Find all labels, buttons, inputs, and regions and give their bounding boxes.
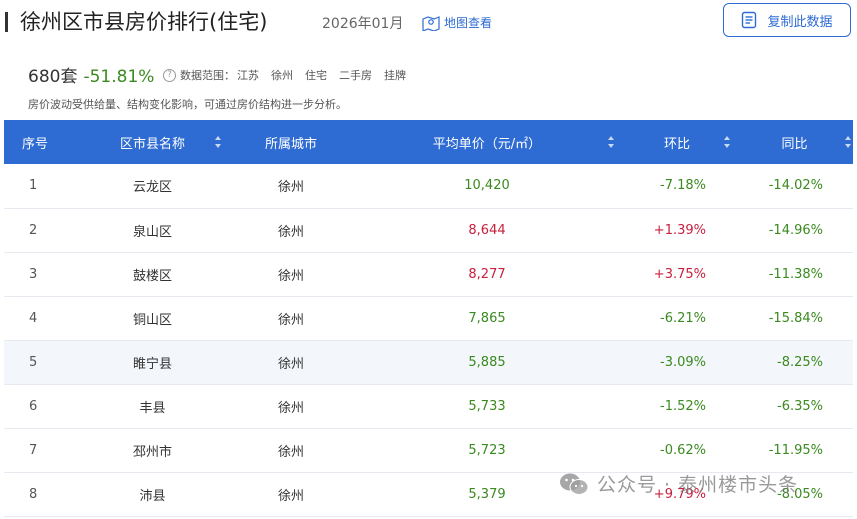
row-yoy-cell: -8.25% (777, 354, 823, 370)
row-city-cell: 徐州 (277, 224, 304, 240)
scope-tag: 二手房 (339, 69, 372, 82)
row-index-cell: 8 (29, 486, 38, 502)
price-note: 房价波动受供给量、结构变化影响，可通过房价结构进一步分析。 (28, 98, 347, 111)
header-index-label: 序号 (22, 136, 49, 152)
scope-tag: 徐州 (271, 69, 293, 82)
row-yoy-cell: -15.84% (768, 310, 823, 326)
row-mom-cell: +1.39% (653, 222, 706, 238)
row-index-cell: 1 (29, 178, 38, 194)
copy-data-button[interactable]: 复制此数据 (723, 3, 851, 37)
row-mom-cell: -0.62% (660, 442, 706, 458)
row-index-cell: 2 (29, 222, 38, 238)
table-row[interactable]: 4 铜山区 徐州 7,865 -6.21% -15.84% (4, 296, 853, 340)
row-mom-cell: -1.52% (660, 398, 706, 414)
data-scope: ? 数据范围： 江苏 徐州 住宅 二手房 挂牌 (163, 67, 418, 83)
sort-arrows-icon[interactable] (215, 136, 221, 148)
summary-stats: 680套 -51.81% (28, 62, 154, 87)
row-index-cell: 7 (29, 442, 38, 458)
header-city: 所属城市 (226, 120, 356, 164)
row-price-cell: 5,733 (468, 398, 506, 414)
row-district-cell: 沛县 (139, 488, 166, 504)
header-district[interactable]: 区市县名称 (79, 120, 226, 164)
scope-label: 数据范围： (180, 69, 235, 82)
watermark: 公众号 · 泰州楼市头条 (559, 470, 798, 497)
row-yoy-cell: -11.95% (768, 442, 823, 458)
page-title: 徐州区市县房价排行(住宅) (20, 10, 268, 34)
copy-data-label: 复制此数据 (767, 14, 833, 30)
row-price-cell: 8,277 (468, 266, 506, 282)
scope-tag: 江苏 (237, 69, 259, 82)
sort-arrows-icon[interactable] (724, 136, 730, 148)
header-yoy[interactable]: 同比 (736, 120, 853, 164)
row-yoy-cell: -14.02% (768, 178, 823, 194)
row-price-cell: 7,865 (468, 310, 506, 326)
row-district-cell: 云龙区 (132, 180, 172, 196)
row-index-cell: 5 (29, 354, 38, 370)
table-body: 1 云龙区 徐州 10,420 -7.18% -14.02% 2 泉山区 徐州 8,644 +1.3… (4, 164, 853, 516)
row-mom-cell: +3.75% (653, 266, 706, 282)
header-district-label: 区市县名称 (119, 136, 185, 152)
scope-tag: 挂牌 (384, 69, 406, 82)
table-row[interactable]: 2 泉山区 徐州 8,644 +1.39% -14.96% (4, 208, 853, 252)
row-district-cell: 邳州市 (132, 444, 172, 460)
row-mom-cell: -6.21% (660, 310, 706, 326)
table-row[interactable]: 6 丰县 徐州 5,733 -1.52% -6.35% (4, 384, 853, 428)
document-copy-icon (742, 11, 757, 29)
header-yoy-label: 同比 (781, 136, 808, 152)
table-row[interactable]: 3 鼓楼区 徐州 8,277 +3.75% -11.38% (4, 252, 853, 296)
map-pin-icon (422, 15, 440, 31)
row-yoy-cell: -14.96% (768, 222, 823, 238)
row-district-cell: 铜山区 (132, 312, 172, 328)
header-mom[interactable]: 环比 (618, 120, 736, 164)
page-header: 徐州区市县房价排行(住宅) 2026年01月 地图查看 复制此数据 (0, 0, 857, 45)
sort-arrows-icon[interactable] (845, 136, 851, 148)
map-view-link[interactable]: 地图查看 (422, 14, 492, 31)
row-index-cell: 3 (29, 266, 38, 282)
row-price-cell: 5,885 (468, 354, 506, 370)
row-price-cell: 10,420 (464, 178, 510, 194)
scope-tag: 住宅 (305, 69, 327, 82)
row-index-cell: 4 (29, 310, 38, 326)
listing-count: 680套 (28, 67, 78, 87)
watermark-text: 公众号 · 泰州楼市头条 (597, 474, 799, 496)
header-mom-label: 环比 (663, 136, 690, 152)
wechat-icon (560, 473, 589, 495)
row-mom-cell: -3.09% (660, 354, 706, 370)
row-city-cell: 徐州 (277, 180, 304, 196)
title-accent-bar (5, 12, 8, 32)
table-row[interactable]: 7 邳州市 徐州 5,723 -0.62% -11.95% (4, 428, 853, 472)
header-index: 序号 (4, 120, 79, 164)
row-city-cell: 徐州 (277, 312, 304, 328)
row-yoy-cell: -6.35% (777, 398, 823, 414)
row-district-cell: 睢宁县 (132, 356, 172, 372)
row-district-cell: 泉山区 (132, 224, 172, 240)
row-price-cell: 5,723 (468, 442, 506, 458)
row-index-cell: 6 (29, 398, 38, 414)
table-header-row: 序号 区市县名称 所属城市 平均单价（元/㎡） 环比 同比 (4, 120, 853, 164)
row-yoy-cell: -11.38% (768, 266, 823, 282)
row-city-cell: 徐州 (277, 268, 304, 284)
district-price-table: 序号 区市县名称 所属城市 平均单价（元/㎡） 环比 同比 1云龙区徐州1 (4, 120, 853, 517)
row-city-cell: 徐州 (277, 356, 304, 372)
row-city-cell: 徐州 (277, 400, 304, 416)
header-price-label: 平均单价（元/㎡） (432, 136, 542, 152)
row-district-cell: 鼓楼区 (132, 268, 172, 284)
row-price-cell: 8,644 (468, 222, 506, 238)
map-view-label: 地图查看 (444, 16, 493, 30)
header-city-label: 所属城市 (264, 136, 317, 152)
listing-change: -51.81% (83, 67, 155, 87)
header-price[interactable]: 平均单价（元/㎡） (356, 120, 618, 164)
row-city-cell: 徐州 (277, 444, 304, 460)
row-district-cell: 丰县 (139, 400, 166, 416)
table-row[interactable]: 5 睢宁县 徐州 5,885 -3.09% -8.25% (4, 340, 853, 384)
table-row[interactable]: 1 云龙区 徐州 10,420 -7.18% -14.02% (4, 164, 853, 208)
row-mom-cell: -7.18% (660, 178, 706, 194)
sort-arrows-icon[interactable] (608, 136, 614, 148)
row-city-cell: 徐州 (277, 488, 304, 504)
report-date: 2026年01月 (322, 16, 404, 32)
question-circle-icon[interactable]: ? (163, 68, 176, 82)
